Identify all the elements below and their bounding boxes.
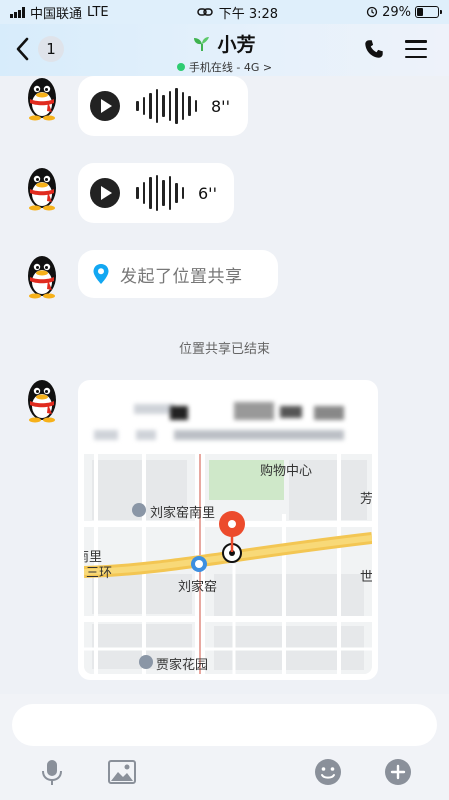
status-center: 下午 3:28	[196, 3, 279, 22]
waveform-icon	[136, 173, 184, 213]
waveform-icon	[136, 86, 197, 126]
microphone-icon[interactable]	[38, 758, 66, 786]
message-input[interactable]	[12, 704, 437, 746]
avatar[interactable]	[18, 376, 66, 424]
battery-percent: 29%	[382, 4, 411, 20]
battery-fill	[416, 8, 423, 16]
status-right: 29%	[366, 4, 442, 20]
location-card[interactable]: 购物中心 芳 刘家窑南里 南里 三环 刘家窑 世 贾家花园	[78, 380, 378, 680]
location-share-text: 发起了位置共享	[120, 266, 243, 287]
sprout-icon	[194, 36, 210, 51]
map-label-poi-north: 购物中心	[260, 464, 313, 479]
status-bar: 中国联通 LTE 下午 3:28 29%	[0, 0, 449, 24]
avatar[interactable]	[18, 252, 66, 300]
voice-duration: 8''	[211, 96, 230, 116]
signal-icon	[10, 6, 25, 18]
alarm-icon	[366, 6, 378, 18]
map-view[interactable]: 购物中心 芳 刘家窑南里 南里 三环 刘家窑 世 贾家花园	[84, 454, 372, 674]
network-label: LTE	[87, 4, 109, 20]
map-label-ring-road: 三环	[86, 566, 113, 581]
system-message: 位置共享已结束	[178, 342, 270, 357]
map-label-jiajia-garden: 贾家花园	[156, 658, 209, 673]
online-status-text: 手机在线 - 4G >	[188, 61, 273, 74]
battery-icon	[414, 6, 442, 18]
voice-duration: 6''	[198, 183, 217, 203]
play-icon[interactable]	[90, 91, 120, 121]
image-icon[interactable]	[108, 758, 136, 786]
avatar[interactable]	[18, 164, 66, 212]
clock: 下午 3:28	[218, 6, 279, 22]
map-label-edge-right: 世	[360, 570, 372, 585]
voice-message[interactable]: 6''	[78, 163, 234, 223]
input-area	[0, 694, 449, 800]
menu-icon[interactable]	[405, 40, 427, 58]
link-icon	[196, 8, 213, 16]
avatar[interactable]	[18, 74, 66, 122]
contact-name-text: 小芳	[217, 34, 256, 56]
map-label-liujiayao-nanli: 刘家窑南里	[150, 506, 216, 521]
map-label-station: 刘家窑	[178, 580, 218, 595]
online-dot-icon	[176, 63, 185, 71]
location-pin-icon	[93, 264, 109, 284]
location-share-message[interactable]: 发起了位置共享	[78, 250, 278, 298]
location-card-header-redacted	[84, 386, 372, 448]
emoji-icon[interactable]	[314, 758, 342, 786]
plus-icon[interactable]	[384, 758, 412, 786]
chat-header: 1 小芳 手机在线 - 4G >	[0, 24, 449, 76]
phone-call-icon[interactable]	[363, 38, 385, 60]
online-status: 手机在线 - 4G >	[0, 59, 449, 75]
play-icon[interactable]	[90, 178, 120, 208]
map-label-poi-right: 芳	[360, 492, 372, 507]
map-graphic	[84, 454, 372, 674]
voice-message[interactable]: 8''	[78, 76, 248, 136]
status-left: 中国联通 LTE	[10, 3, 109, 22]
carrier-label: 中国联通	[30, 6, 83, 22]
contact-name: 小芳	[193, 30, 256, 57]
